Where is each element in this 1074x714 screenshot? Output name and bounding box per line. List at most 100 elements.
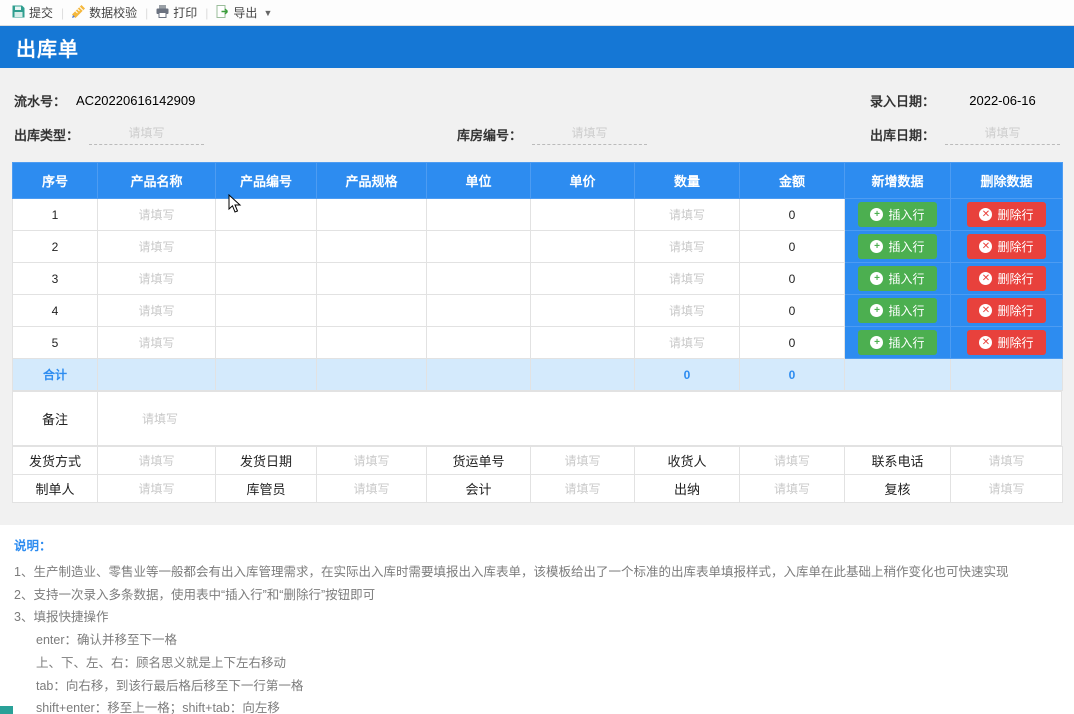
ship-method-input[interactable]: 请填写 [97,446,216,475]
submit-label: 提交 [29,6,54,20]
col-header-product-code: 产品编号 [215,162,317,199]
quantity-cell[interactable]: 请填写 [634,294,740,327]
unit-price-cell[interactable] [530,262,635,295]
delete-row-label: 删除行 [997,304,1034,318]
save-icon [12,5,25,21]
ship-date-label: 发货日期 [215,446,317,475]
amount-cell[interactable]: 0 [739,262,845,295]
accountant-label: 会计 [426,474,531,503]
amount-cell[interactable]: 0 [739,326,845,359]
instructions-section: 说明： 1、生产制造业、零售业等一般都会有出入库管理需求，在实际出入库时需要填报… [0,525,1074,714]
warehouse-keeper-input[interactable]: 请填写 [316,474,427,503]
chevron-down-icon: ▼ [263,7,273,18]
product-code-cell[interactable] [215,198,317,231]
unit-cell[interactable] [426,230,531,263]
quantity-cell[interactable]: 请填写 [634,230,740,263]
product-name-cell[interactable]: 请填写 [97,262,216,295]
outbound-date-input[interactable]: 请填写 [945,124,1060,145]
amount-cell[interactable]: 0 [739,294,845,327]
instruction-line: enter：确认并移至下一格 [36,633,177,647]
col-header-unit-price: 单价 [530,162,635,199]
table-row: 5 请填写 请填写 0 + 插入行 ✕ 删除行 [12,326,1063,359]
insert-row-button[interactable]: + 插入行 [858,330,937,355]
seq-cell: 1 [12,198,98,231]
ship-method-label: 发货方式 [12,446,98,475]
accountant-input[interactable]: 请填写 [530,474,635,503]
plus-icon: + [870,272,884,285]
ship-date-input[interactable]: 请填写 [316,446,427,475]
entry-date-field: 录入日期： 2022-06-16 [770,91,1060,110]
toolbar-divider: | [205,5,209,20]
product-code-cell[interactable] [215,262,317,295]
add-data-cell: + 插入行 [844,294,951,327]
screen-artifact [0,706,13,714]
preparer-input[interactable]: 请填写 [97,474,216,503]
validate-button[interactable]: 数据校验 [66,2,143,23]
submit-button[interactable]: 提交 [6,2,59,23]
cashier-label: 出纳 [634,474,740,503]
col-header-add-data: 新增数据 [844,162,951,199]
add-data-cell: + 插入行 [844,262,951,295]
amount-cell[interactable]: 0 [739,230,845,263]
insert-row-button[interactable]: + 插入行 [858,298,937,323]
product-code-cell[interactable] [215,230,317,263]
amount-cell[interactable]: 0 [739,198,845,231]
export-button[interactable]: 导出 ▼ [210,2,278,23]
form-row-2: 出库类型： 请填写 库房编号： 请填写 出库日期： 请填写 [14,122,1060,146]
product-code-cell[interactable] [215,294,317,327]
total-empty-cell [215,358,317,391]
preparer-label: 制单人 [12,474,98,503]
unit-cell[interactable] [426,198,531,231]
product-spec-cell[interactable] [316,262,427,295]
delete-row-button[interactable]: ✕ 删除行 [967,330,1046,355]
reviewer-input[interactable]: 请填写 [950,474,1063,503]
quantity-cell[interactable]: 请填写 [634,198,740,231]
unit-cell[interactable] [426,326,531,359]
print-button[interactable]: 打印 [150,2,203,23]
warehouse-no-input[interactable]: 请填写 [532,124,648,145]
insert-row-button[interactable]: + 插入行 [858,202,937,227]
product-spec-cell[interactable] [316,198,427,231]
instruction-line: 1、生产制造业、零售业等一般都会有出入库管理需求，在实际出入库时需要填报出入库表… [14,564,1009,579]
delete-row-button[interactable]: ✕ 删除行 [967,298,1046,323]
instruction-line: 上、下、左、右：顾名思义就是上下左右移动 [36,655,287,670]
plus-icon: + [870,336,884,349]
unit-cell[interactable] [426,262,531,295]
table-row: 4 请填写 请填写 0 + 插入行 ✕ 删除行 [12,294,1063,327]
col-header-product-spec: 产品规格 [316,162,427,199]
cashier-input[interactable]: 请填写 [739,474,845,503]
plus-icon: + [870,304,884,317]
unit-price-cell[interactable] [530,230,635,263]
unit-price-cell[interactable] [530,198,635,231]
insert-row-button[interactable]: + 插入行 [858,234,937,259]
col-header-seq: 序号 [12,162,98,199]
phone-input[interactable]: 请填写 [950,446,1063,475]
quantity-cell[interactable]: 请填写 [634,262,740,295]
product-name-cell[interactable]: 请填写 [97,230,216,263]
product-name-cell[interactable]: 请填写 [97,326,216,359]
remark-input[interactable]: 请填写 [97,391,1062,446]
delete-row-button[interactable]: ✕ 删除行 [967,234,1046,259]
quantity-cell[interactable]: 请填写 [634,326,740,359]
section-gap [12,503,1062,525]
freight-no-input[interactable]: 请填写 [530,446,635,475]
delete-row-button[interactable]: ✕ 删除行 [967,266,1046,291]
total-row: 合计 0 0 [12,358,1063,391]
product-name-cell[interactable]: 请填写 [97,198,216,231]
toolbar-divider: | [145,5,149,20]
product-name-cell[interactable]: 请填写 [97,294,216,327]
delete-row-button[interactable]: ✕ 删除行 [967,202,1046,227]
consignee-input[interactable]: 请填写 [739,446,845,475]
product-code-cell[interactable] [215,326,317,359]
unit-price-cell[interactable] [530,294,635,327]
insert-row-button[interactable]: + 插入行 [858,266,937,291]
product-spec-cell[interactable] [316,230,427,263]
unit-price-cell[interactable] [530,326,635,359]
product-spec-cell[interactable] [316,294,427,327]
unit-cell[interactable] [426,294,531,327]
insert-row-label: 插入行 [888,336,925,350]
add-data-cell: + 插入行 [844,326,951,359]
outbound-type-input[interactable]: 请填写 [89,124,205,145]
product-spec-cell[interactable] [316,326,427,359]
form-row-1: 流水号： AC20220616142909 录入日期： 2022-06-16 [14,88,1060,112]
